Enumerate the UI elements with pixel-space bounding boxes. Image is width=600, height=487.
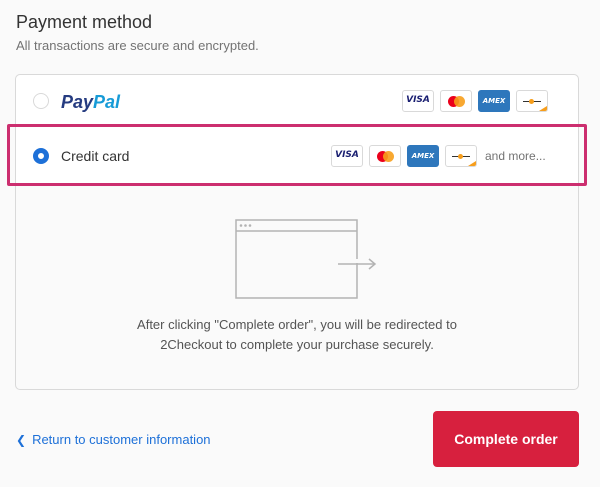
amex-icon: AMEX: [407, 145, 439, 167]
payment-option-credit-card[interactable]: Credit card VISA AMEX and more...: [16, 129, 578, 185]
payment-methods-box: PayPal VISA AMEX Credit card VISA AMEX a…: [15, 74, 579, 390]
paypal-logo: PayPal: [61, 92, 120, 113]
mastercard-icon: [369, 145, 401, 167]
redirect-message: After clicking "Complete order", you wil…: [16, 315, 578, 355]
return-link-label: Return to customer information: [32, 432, 211, 447]
page-title: Payment method: [16, 12, 153, 32]
visa-label: VISA: [406, 95, 430, 105]
amex-icon: AMEX: [478, 90, 510, 112]
payment-option-paypal[interactable]: PayPal VISA AMEX: [16, 75, 578, 130]
visa-icon: VISA: [331, 145, 363, 167]
discover-icon: [516, 90, 548, 112]
discover-icon: [445, 145, 477, 167]
visa-label: VISA: [335, 150, 359, 160]
credit-card-icons: VISA AMEX and more...: [331, 145, 546, 167]
amex-label: AMEX: [482, 97, 506, 105]
page-subtitle: All transactions are secure and encrypte…: [16, 38, 259, 53]
paypal-card-icons: VISA AMEX: [402, 90, 548, 112]
payment-page: Payment method All transactions are secu…: [0, 0, 600, 487]
credit-card-radio[interactable]: [33, 148, 49, 164]
mastercard-icon: [440, 90, 472, 112]
redirect-line-1: After clicking "Complete order", you wil…: [137, 317, 457, 332]
chevron-left-icon: ❮: [16, 433, 27, 447]
visa-icon: VISA: [402, 90, 434, 112]
redirect-line-2: 2Checkout to complete your purchase secu…: [160, 337, 434, 352]
paypal-logo-pal: Pal: [93, 92, 121, 112]
paypal-logo-pay: Pay: [61, 92, 94, 112]
and-more-text: and more...: [485, 149, 546, 163]
browser-redirect-icon: [235, 219, 379, 299]
paypal-radio[interactable]: [33, 93, 49, 109]
complete-order-button[interactable]: Complete order: [433, 411, 579, 467]
credit-card-label: Credit card: [61, 148, 130, 164]
return-to-customer-info-link[interactable]: ❮ Return to customer information: [16, 432, 211, 447]
amex-label: AMEX: [411, 152, 435, 160]
